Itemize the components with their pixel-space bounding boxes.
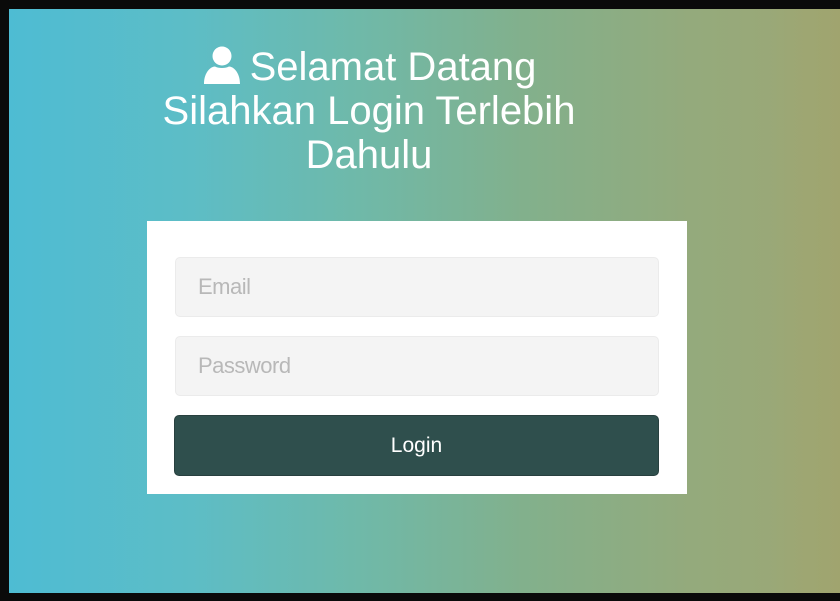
window-frame: Selamat Datang Silahkan Login Terlebih D… (0, 0, 840, 601)
title-line-1: Selamat Datang (202, 45, 537, 89)
page-title: Selamat Datang Silahkan Login Terlebih D… (115, 45, 623, 177)
login-button[interactable]: Login (174, 415, 659, 476)
password-input[interactable] (175, 336, 659, 396)
background-edge-band (770, 9, 840, 593)
title-line-3: Dahulu (305, 133, 433, 177)
user-icon (203, 46, 240, 84)
title-line-2: Silahkan Login Terlebih (162, 89, 576, 133)
title-line-1-text: Selamat Datang (249, 45, 537, 89)
login-card: Login (147, 221, 687, 494)
email-input[interactable] (175, 257, 659, 317)
